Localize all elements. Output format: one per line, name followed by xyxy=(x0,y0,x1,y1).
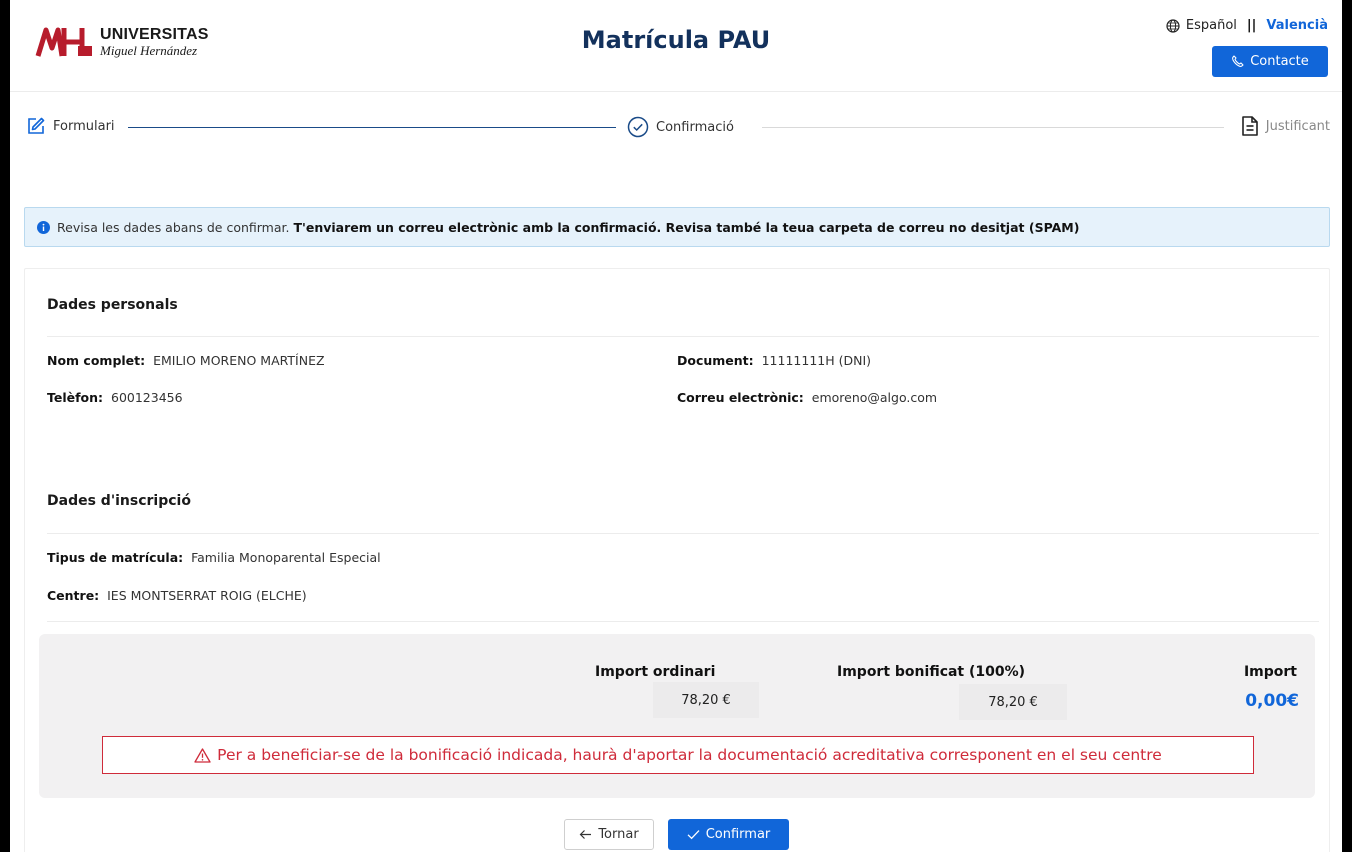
discount-amount-value: 78,20 € xyxy=(959,684,1067,720)
step-label: Formulari xyxy=(53,118,115,134)
arrow-left-icon xyxy=(579,830,592,839)
progress-stepper: Formulari Confirmació Justificant xyxy=(10,108,1342,148)
confirm-button[interactable]: Confirmar xyxy=(668,819,789,850)
step-confirmacio: Confirmació xyxy=(627,116,734,138)
discount-amount-label: Import bonificat (100%) xyxy=(837,664,1026,680)
info-alert: Revisa les dades abans de confirmar. T'e… xyxy=(24,207,1330,247)
field-email: Correu electrònic: emoreno@algo.com xyxy=(677,390,938,405)
alert-text: Revisa les dades abans de confirmar. xyxy=(57,219,290,235)
lang-valencia[interactable]: Valencià xyxy=(1266,18,1328,33)
field-centre: Centre: IES MONTSERRAT ROIG (ELCHE) xyxy=(47,588,307,603)
back-button[interactable]: Tornar xyxy=(564,819,654,850)
globe-icon xyxy=(1166,18,1180,33)
header: UNIVERSITAS Miguel Hernández Matrícula P… xyxy=(10,0,1342,92)
page-title: Matrícula PAU xyxy=(581,26,771,54)
info-icon xyxy=(37,220,50,234)
edit-icon xyxy=(28,117,45,134)
summary-card: Dades personals Nom complet: EMILIO MORE… xyxy=(24,268,1330,852)
field-value: EMILIO MORENO MARTÍNEZ xyxy=(153,353,325,368)
field-label: Nom complet xyxy=(47,353,141,368)
step-label: Justificant xyxy=(1265,118,1330,134)
field-value: emoreno@algo.com xyxy=(811,390,938,405)
app-frame: UNIVERSITAS Miguel Hernández Matrícula P… xyxy=(10,0,1342,852)
section-title-enrollment: Dades d'inscripció xyxy=(47,493,191,509)
field-enrollment-type: Tipus de matrícula: Familia Monoparental… xyxy=(47,550,381,565)
field-value: Familia Monoparental Especial xyxy=(191,550,381,565)
amounts-panel: Import ordinari 78,20 € Import bonificat… xyxy=(39,634,1315,798)
lang-espanol[interactable]: Español xyxy=(1186,18,1237,33)
step-formulari[interactable]: Formulari xyxy=(26,116,115,136)
total-amount-label: Import xyxy=(1243,664,1297,680)
language-selector: Español || Valencià xyxy=(1166,18,1328,33)
divider xyxy=(47,533,1319,534)
warning-text: Per a beneficiar-se de la bonificació in… xyxy=(217,746,1162,764)
divider xyxy=(47,336,1319,337)
contact-label: Contacte xyxy=(1250,54,1309,69)
field-value: IES MONTSERRAT ROIG (ELCHE) xyxy=(107,588,307,603)
step-connector-pending xyxy=(762,127,1224,128)
discount-warning: Per a beneficiar-se de la bonificació in… xyxy=(102,736,1254,774)
divider xyxy=(47,621,1319,622)
field-phone: Telèfon: 600123456 xyxy=(47,390,183,405)
alert-bold-text: T'enviarem un correu electrònic amb la c… xyxy=(293,219,1080,235)
step-justificant: Justificant xyxy=(1241,116,1330,136)
warning-icon xyxy=(194,747,211,763)
field-label: Centre xyxy=(47,588,95,603)
back-label: Tornar xyxy=(598,827,639,842)
field-label: Document xyxy=(677,353,749,368)
field-label: Telèfon xyxy=(47,390,99,405)
ordinary-amount-value: 78,20 € xyxy=(653,682,759,718)
field-label: Tipus de matrícula xyxy=(47,550,179,565)
field-label: Correu electrònic xyxy=(677,390,799,405)
document-icon xyxy=(1241,116,1258,136)
check-circle-icon xyxy=(627,116,649,138)
step-label: Confirmació xyxy=(656,119,734,135)
ordinary-amount-label: Import ordinari xyxy=(595,664,716,680)
section-title-personal: Dades personals xyxy=(47,297,178,313)
field-full-name: Nom complet: EMILIO MORENO MARTÍNEZ xyxy=(47,353,325,368)
total-amount-value: 0,00€ xyxy=(1245,691,1299,711)
confirm-label: Confirmar xyxy=(705,827,771,842)
check-icon xyxy=(687,830,700,840)
phone-icon xyxy=(1232,55,1244,67)
field-document: Document: 11111111H (DNI) xyxy=(677,353,872,368)
contact-button[interactable]: Contacte xyxy=(1212,46,1328,77)
field-value: 600123456 xyxy=(111,390,183,405)
field-value: 11111111H (DNI) xyxy=(761,353,872,368)
step-connector-done xyxy=(128,127,616,128)
lang-separator: || xyxy=(1246,18,1257,33)
